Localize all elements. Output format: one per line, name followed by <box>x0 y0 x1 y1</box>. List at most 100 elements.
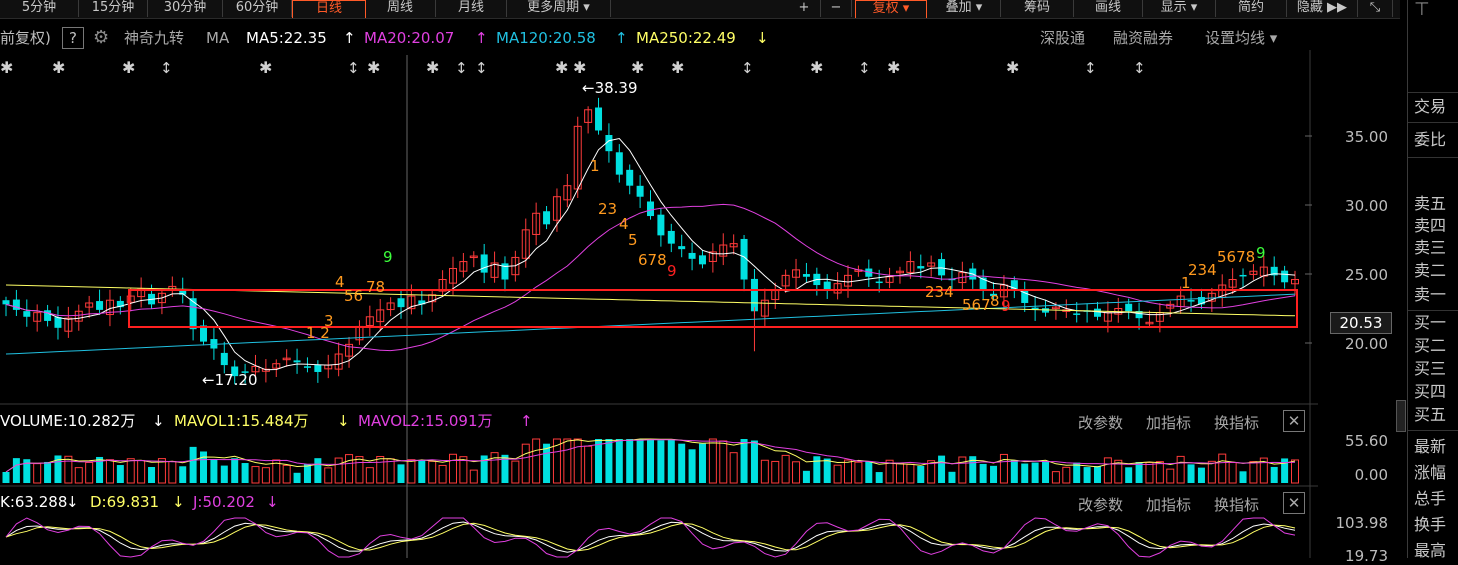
stat-change-label: 涨幅 <box>1414 463 1447 482</box>
arrow-marker-icon: ↕ <box>475 59 488 77</box>
candle-body-down <box>1073 313 1081 315</box>
volume-bar-down <box>647 439 654 483</box>
nine-turn-label: 8 <box>990 292 1000 310</box>
candle-body-down <box>23 311 31 317</box>
volume-bar-down <box>189 446 197 483</box>
volume-bar-down <box>1093 466 1101 483</box>
weibi-label: 委比 <box>1414 130 1447 149</box>
volume-switch-indicator-button[interactable]: 换指标 <box>1214 412 1259 433</box>
nine-turn-label: 5 <box>628 231 638 249</box>
panel-collapse-handle[interactable] <box>1396 400 1406 432</box>
star-marker-icon: ✱ <box>122 58 135 77</box>
volume-bar-up <box>1228 462 1237 484</box>
nine-turn-label: 23 <box>598 200 617 218</box>
volume-bar-up <box>844 459 853 484</box>
stat-high-label: 最高 <box>1414 541 1447 560</box>
kdj-d-arrow: ↓ <box>172 493 185 511</box>
trade-label: 交易 <box>1414 97 1447 116</box>
volume-tick-zero: 0.00 <box>1354 466 1388 484</box>
close-icon[interactable]: ✕ <box>1283 492 1305 514</box>
nine-turn-label: 678 <box>638 251 667 269</box>
nine-turn-label: 3 <box>324 312 334 330</box>
candle-body-down <box>647 201 654 217</box>
candle-body-down <box>875 281 883 284</box>
arrow-marker-icon: ↕ <box>455 59 468 77</box>
kdj-modify-button[interactable]: 改参数 <box>1078 494 1123 515</box>
volume-bar-down <box>595 439 603 483</box>
kdj-add-indicator-button[interactable]: 加指标 <box>1146 494 1191 515</box>
nine-turn-green: 9 <box>383 248 393 266</box>
volume-bar-down <box>875 472 883 483</box>
volume-bar-down <box>823 458 831 483</box>
stat-latest-label: 最新 <box>1414 437 1447 456</box>
volume-bar-up <box>407 459 416 484</box>
arrow-marker-icon: ↕ <box>1084 59 1097 77</box>
volume-bar-down <box>1239 471 1247 483</box>
nine-turn-label: 5678 <box>1217 248 1255 266</box>
price-tick-35: 35.00 <box>1345 128 1388 146</box>
volume-bar-down <box>397 464 405 483</box>
volume-bar-down <box>1270 466 1278 483</box>
star-marker-icon: ✱ <box>810 58 823 77</box>
nine-turn-label: 567 <box>962 296 991 314</box>
nine-turn-label: 56 <box>344 287 363 305</box>
ma120-line <box>5 293 1296 355</box>
volume-bar-down <box>116 465 124 483</box>
volume-add-indicator-button[interactable]: 加指标 <box>1146 412 1191 433</box>
candle-body-down <box>626 169 634 186</box>
volume-bar-down <box>2 472 10 483</box>
stat-volume-label: 总手 <box>1414 489 1447 508</box>
volume-bar-up <box>137 459 146 484</box>
volume-bar-up <box>469 469 478 484</box>
volume-bar-up <box>282 464 291 484</box>
volume-bar-down <box>1083 467 1091 483</box>
low-annotation: ←17.20 <box>202 371 258 389</box>
volume-bar-up <box>781 454 790 484</box>
volume-bar-up <box>428 460 437 484</box>
star-marker-icon: ✱ <box>555 58 568 77</box>
volume-bar-up <box>1176 455 1185 484</box>
volume-bar-up <box>958 456 967 484</box>
volume-bar-down <box>678 443 686 483</box>
arrow-marker-icon: ↕ <box>347 59 360 77</box>
volume-bar-down <box>948 471 956 483</box>
candle-body-down <box>938 259 946 276</box>
ma20-line <box>5 203 1296 352</box>
kdj-k-line <box>5 521 1296 553</box>
price-tick-20: 20.00 <box>1345 335 1388 353</box>
volume-value: VOLUME:10.282万 <box>0 412 136 430</box>
kdj-k-arrow: ↓ <box>66 493 79 511</box>
price-tick-25: 25.00 <box>1345 266 1388 284</box>
close-icon[interactable]: ✕ <box>1283 410 1305 432</box>
kdj-j-line <box>5 517 1296 558</box>
expand-icon[interactable]: ⊤ <box>1414 0 1430 20</box>
volume-bar-up <box>386 458 395 484</box>
star-marker-icon: ✱ <box>631 58 644 77</box>
buy-4-label: 买四 <box>1414 382 1447 401</box>
mavol1-value: MAVOL1:15.484万 <box>174 412 309 430</box>
volume-bar-up <box>1249 461 1258 484</box>
candle-body-down <box>678 246 686 250</box>
volume-bar-up <box>1207 460 1216 484</box>
kline-chart[interactable]: ←38.39←17.20✱ ✱ ✱ ✱ ✱ ✱ ✱ ✱ ✱ ✱ ✱ ✱ ✱↕ ↕ ↕ ↕ ↕ ↕ ↕ ↕456 781 … <box>0 0 1407 558</box>
volume-bar-down <box>698 443 706 483</box>
sell-5-label: 卖五 <box>1414 194 1447 213</box>
volume-bar-up <box>1166 468 1175 484</box>
star-marker-icon: ✱ <box>0 58 13 77</box>
volume-bar-down <box>802 470 810 483</box>
candle-body-down <box>595 107 603 131</box>
nine-turn-red: 9 <box>667 262 677 280</box>
volume-bar-down <box>314 458 322 483</box>
buy-5-label: 买五 <box>1414 405 1447 424</box>
volume-bar-up <box>1145 462 1154 484</box>
volume-bar-down <box>200 451 208 483</box>
volume-bar-up <box>573 438 582 484</box>
volume-modify-button[interactable]: 改参数 <box>1078 412 1123 433</box>
mavol2-value: MAVOL2:15.091万 <box>358 412 493 430</box>
star-marker-icon: ✱ <box>426 58 439 77</box>
volume-bar-down <box>220 465 228 483</box>
volume-bar-up <box>532 438 541 484</box>
kdj-switch-indicator-button[interactable]: 换指标 <box>1214 494 1259 515</box>
volume-bar-up <box>376 456 385 484</box>
volume-bar-down <box>1197 467 1205 483</box>
